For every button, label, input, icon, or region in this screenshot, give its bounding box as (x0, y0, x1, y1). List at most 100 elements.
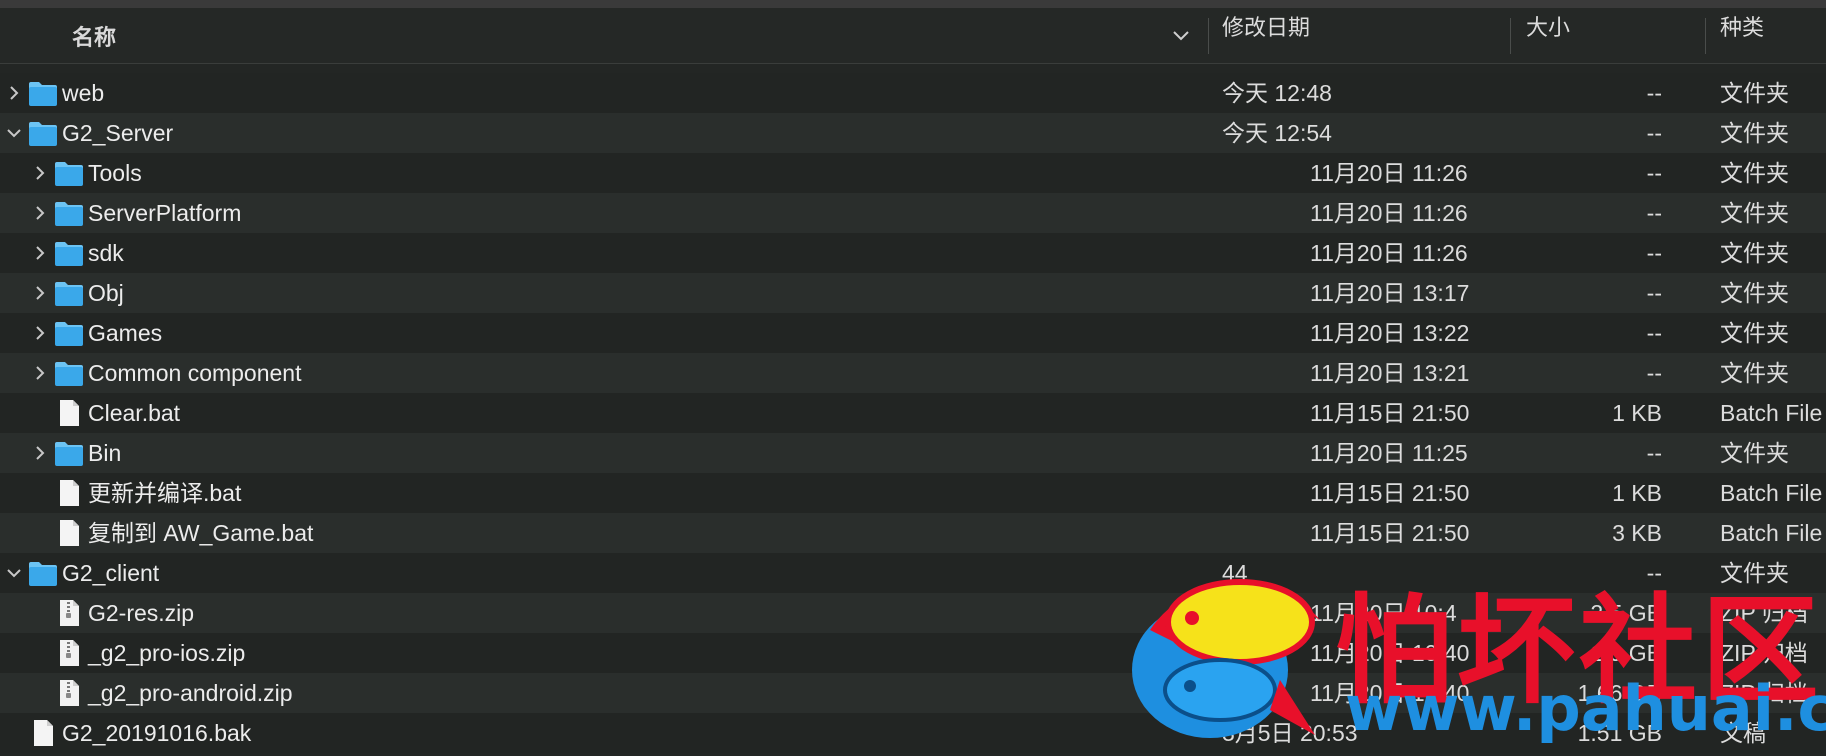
file-list-row[interactable]: 复制到 AW_Game.bat 11月15日 21:50 3 KB Batch Fil… (0, 513, 1826, 553)
file-size: -- (1646, 320, 1662, 346)
file-kind: Batch File (1720, 520, 1823, 546)
file-list-row[interactable]: G2_Server 今天 12:54 -- 文件夹 (0, 113, 1826, 153)
folder-icon (54, 359, 84, 387)
file-name: Common component (88, 360, 302, 386)
file-list-row[interactable]: Common component 11月20日 13:21 -- 文件夹 (0, 353, 1826, 393)
folder-icon (54, 199, 84, 227)
file-name: _g2_pro-ios.zip (88, 640, 246, 666)
disclosure-collapsed-icon[interactable] (30, 153, 50, 193)
file-list-row[interactable]: Clear.bat 11月15日 21:50 1 KB Batch File (0, 393, 1826, 433)
file-date: 11月20日 13:22 (1310, 320, 1470, 346)
document-icon (54, 399, 84, 427)
document-icon (54, 519, 84, 547)
file-name: Tools (88, 160, 142, 186)
file-list-row[interactable]: Bin 11月20日 11:25 -- 文件夹 (0, 433, 1826, 473)
file-name: Games (88, 320, 163, 346)
file-list-row[interactable]: ServerPlatform 11月20日 11:26 -- 文件夹 (0, 193, 1826, 233)
file-list-row[interactable]: Obj 11月20日 13:17 -- 文件夹 (0, 273, 1826, 313)
disclosure-expanded-icon[interactable] (4, 553, 24, 593)
file-list-row[interactable]: 更新并编译.bat 11月15日 21:50 1 KB Batch File (0, 473, 1826, 513)
file-size: 1 KB (1612, 400, 1662, 426)
column-header-name[interactable]: 名称 (72, 8, 116, 63)
file-date: 今天 12:48 (1222, 80, 1332, 106)
disclosure-collapsed-icon[interactable] (30, 353, 50, 393)
file-name: Clear.bat (88, 400, 181, 426)
file-name: ServerPlatform (88, 200, 242, 226)
column-header-date[interactable]: 修改日期 (1222, 8, 1310, 48)
document-icon (28, 719, 58, 747)
folder-icon (54, 159, 84, 187)
file-size: -- (1646, 440, 1662, 466)
sort-chevron-down-icon[interactable] (1168, 8, 1194, 63)
file-name: Bin (88, 440, 122, 466)
watermark-url: www.pahuai.com (1345, 672, 1826, 745)
file-kind: 文件夹 (1720, 160, 1789, 186)
file-name: G2_client (62, 560, 160, 586)
file-date: 11月15日 21:50 (1310, 520, 1470, 546)
file-name: sdk (88, 240, 124, 266)
column-header-kind[interactable]: 种类 (1720, 8, 1764, 48)
file-list-row[interactable]: Tools 11月20日 11:26 -- 文件夹 (0, 153, 1826, 193)
file-date: 11月15日 21:50 (1310, 400, 1470, 426)
file-size: -- (1646, 80, 1662, 106)
file-kind: Batch File (1720, 400, 1823, 426)
file-list-row[interactable]: sdk 11月20日 11:26 -- 文件夹 (0, 233, 1826, 273)
file-list-row[interactable]: Games 11月20日 13:22 -- 文件夹 (0, 313, 1826, 353)
folder-icon (54, 319, 84, 347)
folder-icon (54, 439, 84, 467)
file-kind: 文件夹 (1720, 440, 1789, 466)
file-size: -- (1646, 280, 1662, 306)
file-kind: 文件夹 (1720, 200, 1789, 226)
disclosure-expanded-icon[interactable] (4, 113, 24, 153)
file-date: 11月20日 13:21 (1310, 360, 1470, 386)
file-date: 今天 12:54 (1222, 120, 1332, 146)
file-size: -- (1646, 120, 1662, 146)
column-separator[interactable] (1208, 18, 1209, 54)
file-name: G2_Server (62, 120, 174, 146)
file-name: 更新并编译.bat (88, 480, 242, 506)
disclosure-collapsed-icon[interactable] (30, 273, 50, 313)
zip-archive-icon (54, 679, 84, 707)
disclosure-collapsed-icon[interactable] (30, 233, 50, 273)
file-kind: Batch File (1720, 480, 1823, 506)
folder-icon (28, 79, 58, 107)
folder-icon (28, 119, 58, 147)
disclosure-collapsed-icon[interactable] (30, 193, 50, 233)
column-header: 名称 修改日期 大小 种类 (0, 8, 1826, 64)
file-date: 11月15日 21:50 (1310, 480, 1470, 506)
disclosure-collapsed-icon[interactable] (4, 73, 24, 113)
file-size: -- (1646, 200, 1662, 226)
file-kind: 文件夹 (1720, 240, 1789, 266)
file-kind: 文件夹 (1720, 320, 1789, 346)
file-name: web (62, 80, 105, 106)
folder-icon (28, 559, 58, 587)
file-size: -- (1646, 160, 1662, 186)
column-separator[interactable] (1510, 18, 1511, 54)
file-name: G2-res.zip (88, 600, 195, 626)
file-list-row[interactable]: web 今天 12:48 -- 文件夹 (0, 73, 1826, 113)
file-kind: 文件夹 (1720, 120, 1789, 146)
finder-window: 名称 修改日期 大小 种类 web 今天 12:48 -- 文件夹 G2_Server 今… (0, 0, 1826, 756)
column-separator[interactable] (1705, 18, 1706, 54)
file-size: 3 KB (1612, 520, 1662, 546)
disclosure-collapsed-icon[interactable] (30, 433, 50, 473)
file-date: 11月20日 11:26 (1310, 160, 1468, 186)
file-name: _g2_pro-android.zip (88, 680, 293, 706)
column-header-size[interactable]: 大小 (1526, 8, 1662, 48)
file-size: -- (1646, 360, 1662, 386)
file-date: 11月20日 11:26 (1310, 200, 1468, 226)
zip-archive-icon (54, 599, 84, 627)
file-date: 11月20日 11:25 (1310, 440, 1468, 466)
file-size: 1 KB (1612, 480, 1662, 506)
disclosure-collapsed-icon[interactable] (30, 313, 50, 353)
file-date: 11月20日 13:17 (1310, 280, 1470, 306)
window-top-edge (0, 0, 1826, 8)
file-name: 复制到 AW_Game.bat (88, 520, 314, 546)
file-kind: 文件夹 (1720, 360, 1789, 386)
file-date: 11月20日 11:26 (1310, 240, 1468, 266)
document-icon (54, 479, 84, 507)
file-name: G2_20191016.bak (62, 720, 252, 746)
file-name: Obj (88, 280, 124, 306)
folder-icon (54, 239, 84, 267)
file-kind: 文件夹 (1720, 80, 1789, 106)
